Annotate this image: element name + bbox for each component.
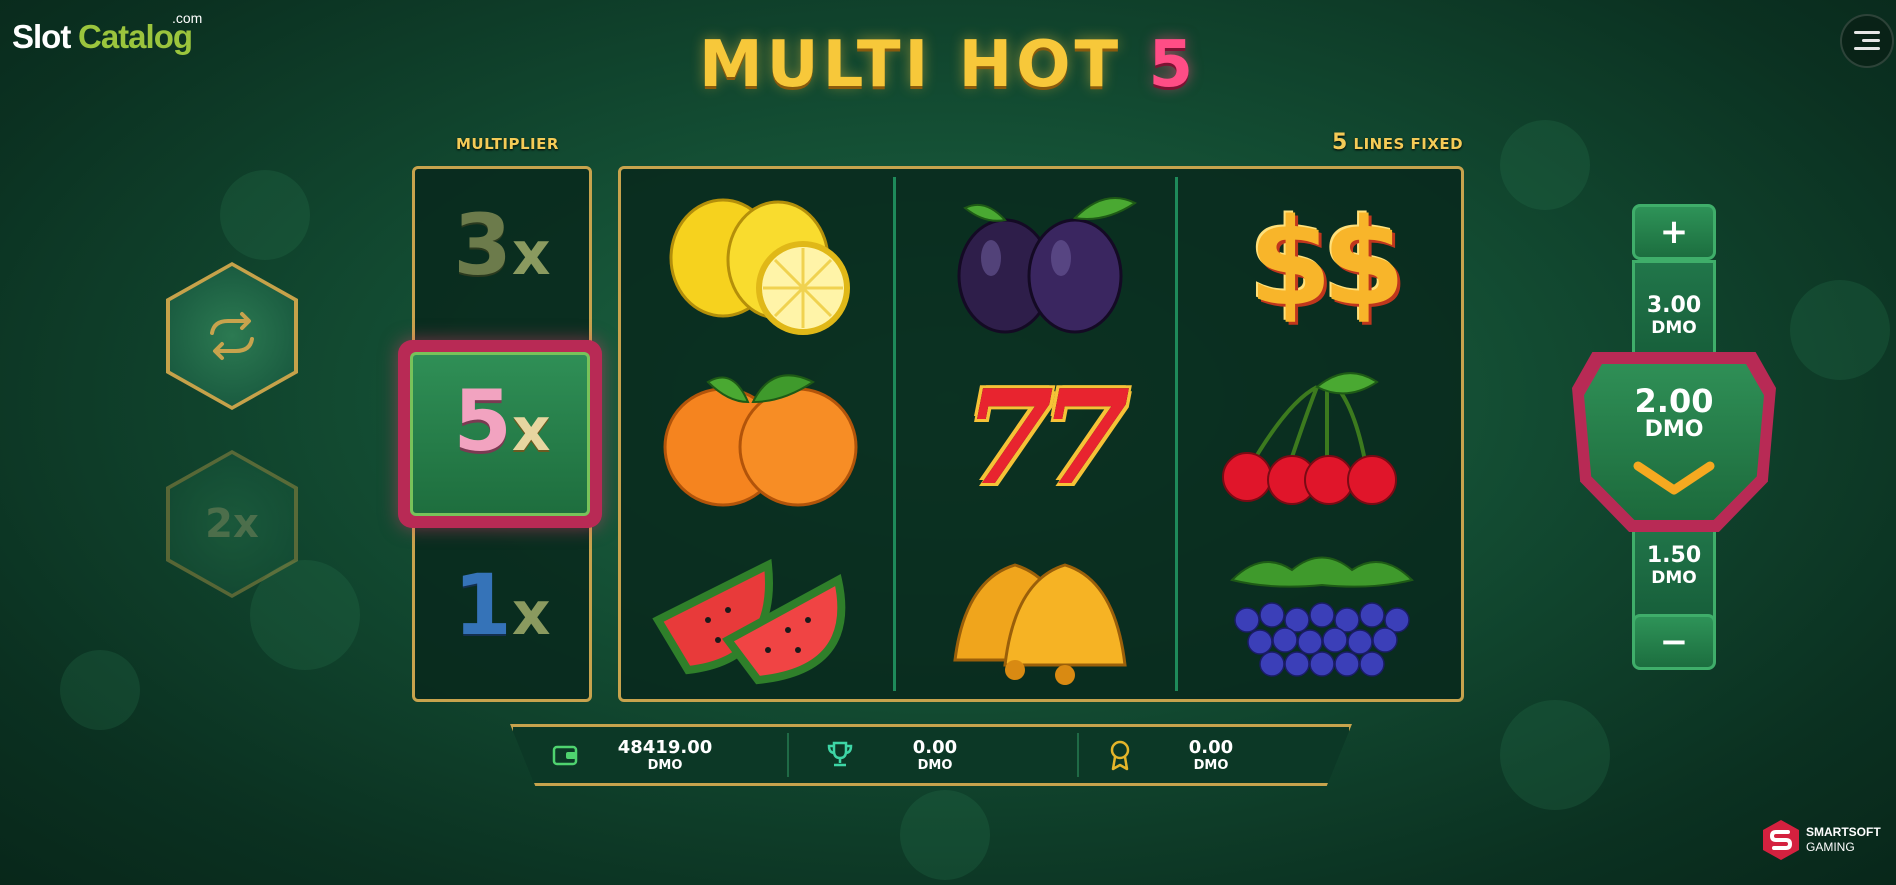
symbol-lemons [623,178,893,348]
double-up-label: 2x [205,501,259,547]
trophy-icon [827,741,853,767]
bet-decrease-button[interactable]: − [1632,614,1716,670]
game-title: MULTI HOT 5 [0,28,1896,102]
bet-option-higher-currency: DMO [1651,318,1697,338]
win-display: 0.00 DMO [870,738,1000,774]
lines-fixed-label: 5 LINES FIXED [1332,130,1463,155]
provider-logo: SMARTSOFT GAMING [1758,816,1888,864]
autoplay-button[interactable] [166,262,298,410]
smartsoft-logo-icon [1763,820,1799,860]
game-title-number: 5 [1148,28,1198,102]
bet-option-higher-value: 3.00 [1646,293,1702,318]
bet-option-lower[interactable]: 1.50 DMO [1610,543,1738,589]
reel-divider [893,177,896,691]
lines-text: LINES FIXED [1353,135,1464,153]
game-title-main: MULTI HOT [698,28,1123,102]
multiplier-5x: 5x [453,372,551,470]
multiplier-1x: 1x [453,556,551,654]
reel-divider [1175,177,1178,691]
bet-option-lower-value: 1.50 [1646,543,1702,568]
bet-option-higher[interactable]: 3.00 DMO [1610,293,1738,339]
symbol-plums [905,178,1175,348]
multiplier-3x: 3x [453,196,551,294]
bonus-value: 0.00 [1188,737,1234,758]
bet-current-currency: DMO [1644,417,1704,442]
refresh-icon [210,312,254,360]
provider-name-line2: GAMING [1806,840,1855,854]
win-value: 0.00 [912,737,958,758]
chevron-down-icon[interactable] [1632,458,1716,498]
logo-domain: .com [172,10,203,26]
bonus-currency: DMO [1193,758,1229,773]
bonus-display: 0.00 DMO [1146,738,1276,774]
symbol-oranges [623,352,893,522]
win-currency: DMO [917,758,953,773]
symbol-sevens: 77 [963,360,1131,514]
balance-value: 48419.00 [617,737,713,758]
bet-option-lower-currency: DMO [1651,568,1697,588]
symbol-dollars: $$ [1248,193,1406,333]
wallet-icon [552,745,578,766]
balance-display: 48419.00 DMO [600,738,730,774]
double-up-button[interactable]: 2x [166,450,298,598]
provider-name-line1: SMARTSOFT [1806,825,1881,839]
bet-current[interactable]: 2.00 DMO [1610,384,1738,442]
bet-increase-button[interactable]: + [1632,204,1716,260]
lines-number: 5 [1332,130,1348,155]
medal-icon [1110,740,1130,771]
bet-current-frame [1572,352,1776,532]
symbol-watermelons [623,530,893,700]
multiplier-label: MULTIPLIER [456,135,559,153]
symbol-bells [905,530,1175,700]
balance-currency: DMO [647,758,683,773]
symbol-grapes [1187,530,1457,700]
symbol-cherries [1187,352,1457,522]
bet-current-value: 2.00 [1634,382,1714,420]
